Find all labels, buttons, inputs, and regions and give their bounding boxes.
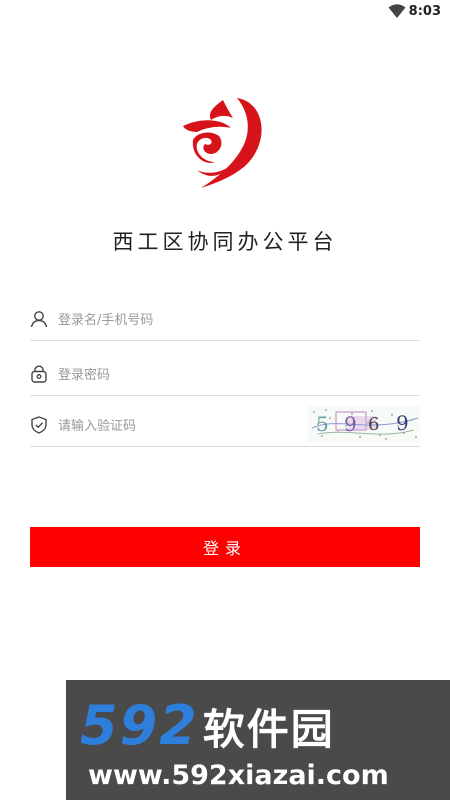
watermark-brand-num: 592 <box>80 694 199 757</box>
svg-text:9: 9 <box>344 412 357 436</box>
wifi-icon <box>388 4 406 18</box>
password-input[interactable] <box>58 363 308 387</box>
username-input[interactable] <box>58 308 308 332</box>
svg-text:6: 6 <box>368 414 379 435</box>
captcha-image[interactable]: 5 9 6 9 <box>308 406 420 442</box>
captcha-field-row: 5 9 6 9 <box>30 406 420 447</box>
status-bar: 8:03 <box>0 0 450 24</box>
watermark-url: www.592xiazai.com <box>88 760 389 791</box>
watermark-brand-cn: 软件园 <box>202 705 335 754</box>
captcha-input[interactable] <box>58 414 308 438</box>
watermark-brand: 592软件园 <box>80 694 335 757</box>
username-field-row <box>30 300 420 341</box>
svg-text:9: 9 <box>396 411 409 435</box>
login-button[interactable]: 登录 <box>30 527 420 567</box>
password-field-row <box>30 355 420 396</box>
lock-icon <box>31 365 47 383</box>
app-logo-icon <box>183 98 262 188</box>
app-title: 西工区协同办公平台 <box>112 230 338 254</box>
status-time: 8:03 <box>408 4 441 19</box>
captcha-text: 5 <box>316 412 329 436</box>
watermark-592xiazai: 592软件园 www.592xiazai.com <box>66 680 450 800</box>
user-icon <box>30 311 48 328</box>
shield-icon <box>31 416 47 434</box>
